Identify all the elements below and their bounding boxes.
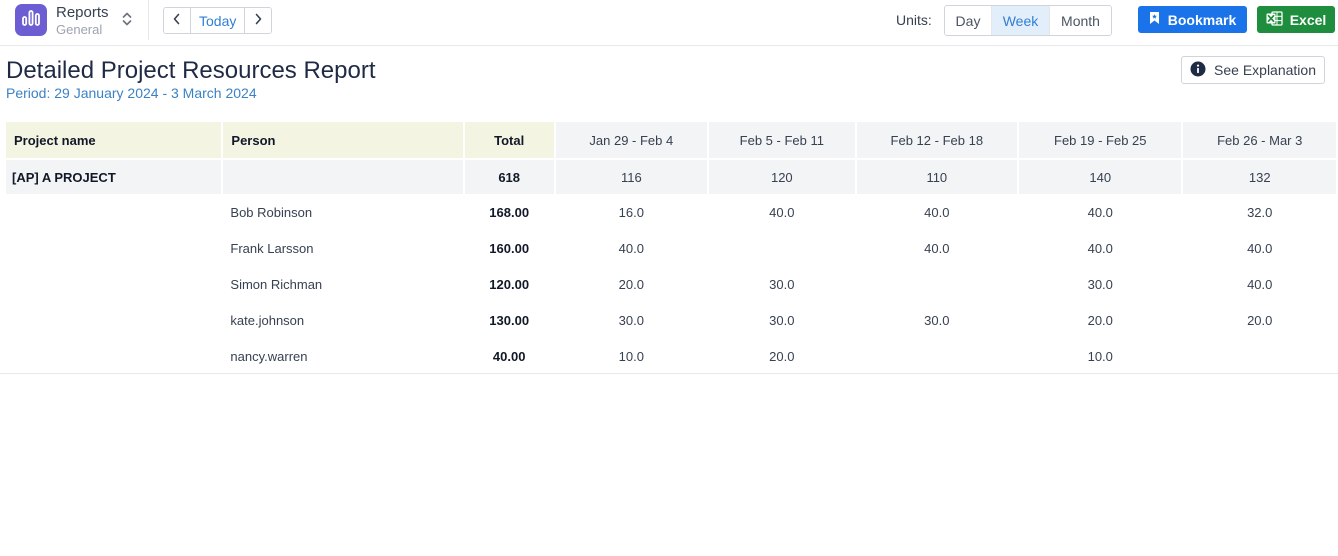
header-person[interactable]: Person xyxy=(223,122,463,158)
week-value-cell: 40.0 xyxy=(1019,194,1182,230)
header-week[interactable]: Feb 26 - Mar 3 xyxy=(1183,122,1336,158)
week-value-cell: 40.0 xyxy=(856,194,1018,230)
week-value-cell: 30.0 xyxy=(709,266,855,302)
page-title: Detailed Project Resources Report xyxy=(6,57,376,84)
header-total[interactable]: Total xyxy=(464,122,554,158)
project-name-cell xyxy=(6,338,222,374)
header-week[interactable]: Feb 19 - Feb 25 xyxy=(1019,122,1182,158)
header-week[interactable]: Feb 5 - Feb 11 xyxy=(709,122,855,158)
person-name-cell[interactable]: Simon Richman xyxy=(223,266,463,302)
person-total-cell: 40.00 xyxy=(464,338,554,374)
table-row[interactable]: Bob Robinson 168.00 16.0 40.0 40.0 40.0 … xyxy=(6,194,1336,230)
excel-icon xyxy=(1266,10,1283,29)
header-week[interactable]: Jan 29 - Feb 4 xyxy=(555,122,708,158)
date-navigation: Today xyxy=(163,7,273,34)
project-name-cell[interactable]: [AP] A PROJECT xyxy=(6,158,222,194)
week-value-cell: 140 xyxy=(1019,158,1182,194)
week-value-cell: 116 xyxy=(555,158,708,194)
week-value-cell: 20.0 xyxy=(709,338,855,374)
week-value-cell: 40.0 xyxy=(709,194,855,230)
week-value-cell: 40.0 xyxy=(555,230,708,266)
person-total-cell: 160.00 xyxy=(464,230,554,266)
project-name-cell xyxy=(6,302,222,338)
chevron-right-icon xyxy=(253,12,263,30)
table-bottom-divider xyxy=(0,373,1338,374)
week-value-cell: 10.0 xyxy=(555,338,708,374)
units-label: Units: xyxy=(896,12,932,28)
bar-chart-icon xyxy=(21,9,41,32)
top-bar: Reports General Today Units: Day Week Mo… xyxy=(0,0,1338,46)
person-name-cell[interactable]: Frank Larsson xyxy=(223,230,463,266)
week-value-cell: 40.0 xyxy=(1019,230,1182,266)
info-icon xyxy=(1190,61,1206,80)
today-button[interactable]: Today xyxy=(190,8,246,33)
person-total-cell: 168.00 xyxy=(464,194,554,230)
week-value-cell: 16.0 xyxy=(555,194,708,230)
chevron-left-icon xyxy=(172,12,182,30)
app-subtitle: General xyxy=(56,22,103,37)
divider xyxy=(148,0,149,40)
week-value-cell: 40.0 xyxy=(1183,230,1336,266)
unit-day-button[interactable]: Day xyxy=(945,6,991,35)
bookmark-icon xyxy=(1149,11,1160,28)
person-name-cell[interactable]: kate.johnson xyxy=(223,302,463,338)
week-value-cell: 20.0 xyxy=(1019,302,1182,338)
report-table: Project name Person Total Jan 29 - Feb 4… xyxy=(4,122,1338,374)
week-value-cell: 20.0 xyxy=(555,266,708,302)
excel-label: Excel xyxy=(1289,11,1327,28)
week-value-cell: 32.0 xyxy=(1183,194,1336,230)
week-value-cell: 10.0 xyxy=(1019,338,1182,374)
table-row[interactable]: nancy.warren 40.00 10.0 20.0 10.0 xyxy=(6,338,1336,374)
person-name-cell[interactable]: Bob Robinson xyxy=(223,194,463,230)
see-explanation-button[interactable]: See Explanation xyxy=(1181,56,1325,84)
app-logo[interactable] xyxy=(15,4,47,36)
week-value-cell xyxy=(856,338,1018,374)
person-total-cell: 130.00 xyxy=(464,302,554,338)
week-value-cell xyxy=(709,230,855,266)
units-selector: Day Week Month xyxy=(944,5,1112,36)
report-period: Period: 29 January 2024 - 3 March 2024 xyxy=(6,85,257,101)
header-week[interactable]: Feb 12 - Feb 18 xyxy=(856,122,1018,158)
person-total-cell: 120.00 xyxy=(464,266,554,302)
week-value-cell: 120 xyxy=(709,158,855,194)
bookmark-button[interactable]: Bookmark xyxy=(1138,6,1247,33)
week-value-cell: 20.0 xyxy=(1183,302,1336,338)
project-total-cell: 618 xyxy=(464,158,554,194)
excel-export-button[interactable]: Excel xyxy=(1257,6,1335,33)
header-project-name[interactable]: Project name xyxy=(6,122,222,158)
unit-week-button[interactable]: Week xyxy=(991,6,1049,35)
unit-month-button[interactable]: Month xyxy=(1049,6,1111,35)
project-name-cell xyxy=(6,266,222,302)
week-value-cell: 132 xyxy=(1183,158,1336,194)
person-name-cell[interactable]: nancy.warren xyxy=(223,338,463,374)
person-cell xyxy=(223,158,463,194)
week-value-cell xyxy=(856,266,1018,302)
bookmark-label: Bookmark xyxy=(1167,11,1237,28)
week-value-cell: 40.0 xyxy=(1183,266,1336,302)
table-header-row: Project name Person Total Jan 29 - Feb 4… xyxy=(6,122,1336,158)
table-row[interactable]: Simon Richman 120.00 20.0 30.0 30.0 40.0 xyxy=(6,266,1336,302)
app-switch-button[interactable] xyxy=(120,10,134,32)
table-row[interactable]: kate.johnson 130.00 30.0 30.0 30.0 20.0 … xyxy=(6,302,1336,338)
week-value-cell: 30.0 xyxy=(856,302,1018,338)
week-value-cell xyxy=(1183,338,1336,374)
week-value-cell: 30.0 xyxy=(1019,266,1182,302)
project-name-cell xyxy=(6,194,222,230)
project-name-cell xyxy=(6,230,222,266)
previous-period-button[interactable] xyxy=(164,8,190,33)
week-value-cell: 40.0 xyxy=(856,230,1018,266)
project-group-row[interactable]: [AP] A PROJECT 618 116 120 110 140 132 xyxy=(6,158,1336,194)
chevron-up-down-icon xyxy=(122,11,132,32)
table-row[interactable]: Frank Larsson 160.00 40.0 40.0 40.0 40.0 xyxy=(6,230,1336,266)
week-value-cell: 110 xyxy=(856,158,1018,194)
see-explanation-label: See Explanation xyxy=(1214,62,1316,78)
week-value-cell: 30.0 xyxy=(555,302,708,338)
next-period-button[interactable] xyxy=(245,8,272,33)
app-title[interactable]: Reports xyxy=(56,4,109,21)
week-value-cell: 30.0 xyxy=(709,302,855,338)
